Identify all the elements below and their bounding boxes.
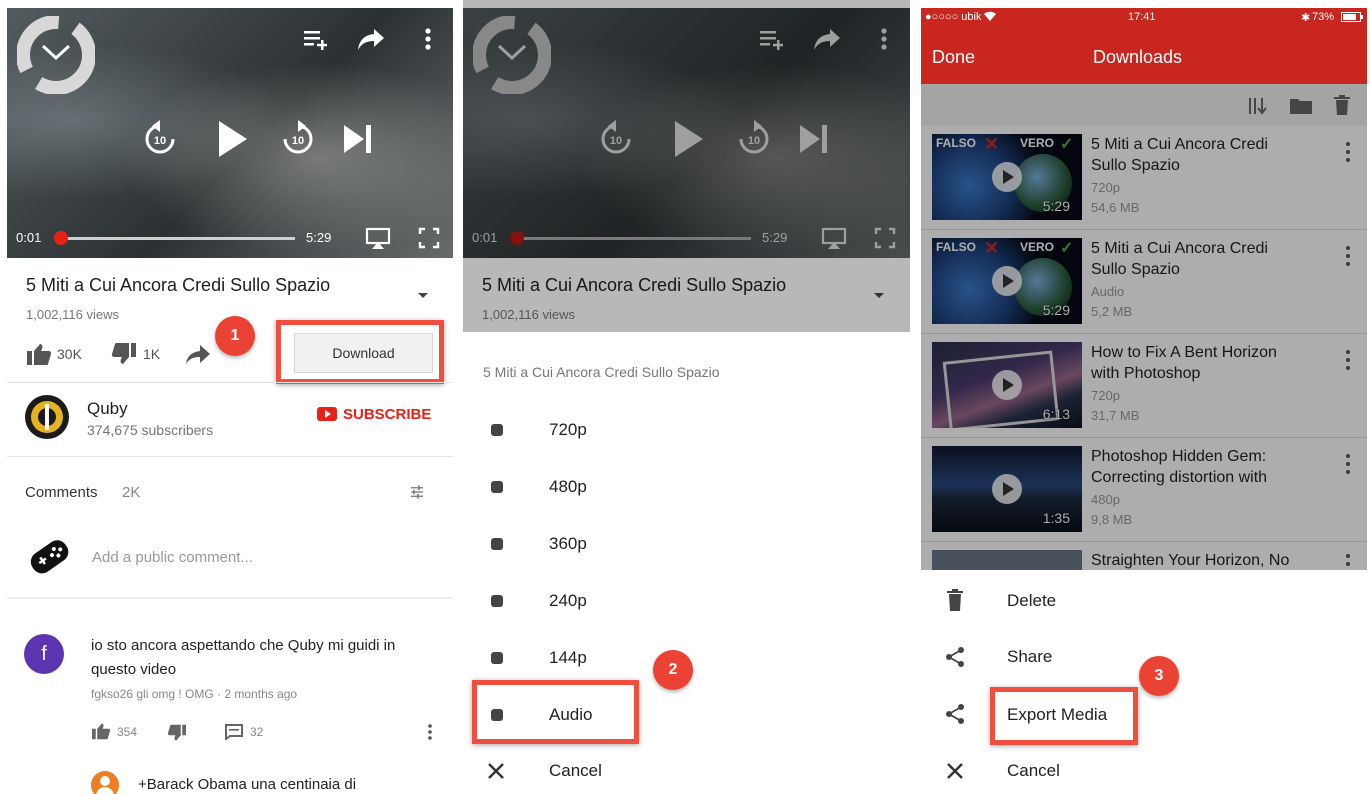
thumb-up-icon[interactable] — [91, 722, 111, 740]
add-to-playlist-icon[interactable] — [299, 22, 333, 56]
download-button[interactable]: Download — [294, 333, 433, 373]
thumb-up-icon[interactable] — [26, 342, 52, 366]
svg-text:10: 10 — [292, 135, 304, 147]
channel-logo-watermark — [17, 16, 95, 94]
share-icon[interactable] — [184, 341, 212, 367]
share-button[interactable]: Share — [1007, 647, 1052, 667]
highlight-audio — [472, 680, 639, 744]
subscribe-label: SUBSCRIBE — [343, 406, 432, 423]
comment-meta: fgkso26 gli omg ! OMG · 2 months ago — [91, 687, 298, 701]
more-vert-icon[interactable] — [425, 722, 435, 742]
close-icon[interactable] — [487, 762, 505, 780]
channel-avatar[interactable] — [24, 394, 70, 440]
skip-next-icon[interactable] — [333, 114, 383, 164]
cancel-button[interactable]: Cancel — [1007, 761, 1060, 781]
option-icon — [491, 424, 503, 436]
duration: 5:29 — [306, 230, 332, 245]
trash-icon — [947, 589, 963, 611]
comments-label: Comments — [25, 484, 98, 501]
current-time: 0:01 — [16, 230, 42, 245]
option-label: 480p — [549, 477, 587, 496]
chevron-down-icon[interactable] — [417, 292, 429, 300]
comment-text-line2: questo video — [91, 661, 177, 678]
channel-name[interactable]: Quby — [87, 399, 128, 419]
subscriber-count: 374,675 subscribers — [87, 422, 214, 438]
step-badge-1: 1 — [215, 316, 255, 356]
more-vert-icon[interactable] — [411, 22, 445, 56]
share-icon — [946, 704, 964, 724]
battery-icon — [1341, 12, 1363, 22]
user-avatar-icon — [30, 540, 69, 574]
seek-handle[interactable] — [54, 231, 68, 245]
option-label: 720p — [549, 420, 587, 439]
step-badge-2: 2 — [653, 650, 693, 690]
header-title: Downloads — [1093, 47, 1183, 67]
comment-text-line1: io sto ancora aspettando che Quby mi gui… — [91, 637, 396, 654]
option-icon — [491, 538, 503, 550]
option-label: 360p — [549, 534, 587, 553]
wifi-icon — [984, 11, 996, 21]
filter-icon[interactable] — [409, 484, 425, 500]
panel-video-page: 10 10 0:01 5:29 5 Miti a Cui Ancora Cred… — [7, 0, 453, 794]
modal-overlay[interactable] — [463, 0, 910, 332]
divider — [7, 382, 453, 383]
commenter-avatar[interactable]: f — [24, 634, 64, 674]
view-count: 1,002,116 views — [26, 307, 119, 322]
step-badge-3: 3 — [1139, 656, 1179, 696]
option-label: 240p — [549, 591, 587, 610]
like-count: 30K — [57, 346, 82, 362]
thumb-down-icon[interactable] — [167, 724, 187, 742]
battery-percent: 73% — [1312, 11, 1335, 23]
comment-reply-count: 32 — [250, 725, 264, 739]
done-button[interactable]: Done — [932, 47, 975, 68]
option-icon — [491, 595, 503, 607]
reply-text: +Barack Obama una centinaia di — [138, 776, 357, 793]
divider — [7, 456, 453, 457]
panel-quality-picker: 10 10 0:01 5:29 5 Miti a Cui Ancora Cred… — [463, 0, 910, 794]
share-icon[interactable] — [354, 22, 388, 56]
option-icon — [491, 652, 503, 664]
delete-button[interactable]: Delete — [1007, 591, 1056, 611]
option-label: 144p — [549, 648, 587, 667]
youtube-icon — [317, 407, 337, 421]
reply-avatar[interactable] — [91, 771, 119, 794]
cancel-button[interactable]: Cancel — [549, 761, 602, 781]
bluetooth-icon: ✱ — [1301, 12, 1311, 24]
sheet-title: 5 Miti a Cui Ancora Credi Sullo Spazio — [483, 364, 720, 380]
video-title: 5 Miti a Cui Ancora Credi Sullo Spazio — [26, 275, 331, 295]
highlight-export — [990, 687, 1138, 745]
share-icon — [946, 647, 964, 667]
comment-like-count: 354 — [117, 725, 138, 739]
status-bar: ●○○○○ ubik 17:41 ✱ 73% — [921, 8, 1367, 26]
subscribe-button[interactable]: SUBSCRIBE — [317, 406, 431, 423]
divider — [7, 597, 453, 599]
comments-count: 2K — [122, 484, 141, 501]
modal-overlay[interactable] — [921, 84, 1367, 570]
thumb-down-icon[interactable] — [111, 342, 137, 366]
play-icon[interactable] — [207, 114, 257, 164]
video-player[interactable]: 10 10 0:01 5:29 — [7, 8, 453, 258]
airplay-icon[interactable] — [364, 224, 392, 252]
carrier: ●○○○○ ubik — [925, 11, 982, 23]
forward-10-icon[interactable]: 10 — [273, 114, 323, 164]
option-icon — [491, 481, 503, 493]
fullscreen-icon[interactable] — [415, 224, 443, 252]
svg-text:10: 10 — [154, 135, 166, 147]
seek-bar[interactable] — [61, 237, 295, 240]
nav-bar: Done Downloads — [921, 26, 1367, 84]
replay-10-icon[interactable]: 10 — [135, 114, 185, 164]
clock: 17:41 — [1128, 11, 1156, 23]
comment-input[interactable]: Add a public comment... — [92, 549, 253, 566]
dislike-count: 1K — [143, 346, 161, 362]
reply-icon[interactable] — [225, 724, 243, 740]
panel-downloads: ●○○○○ ubik 17:41 ✱ 73% Done Downloads FA… — [921, 0, 1367, 794]
close-icon — [947, 763, 963, 779]
